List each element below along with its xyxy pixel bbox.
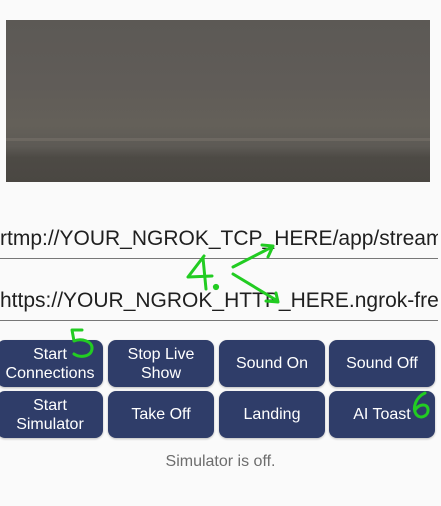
sound-on-button[interactable]: Sound On — [219, 340, 325, 387]
rtmp-url-field[interactable] — [0, 224, 438, 259]
rtmp-url-input[interactable] — [0, 224, 438, 254]
http-url-input[interactable] — [0, 286, 438, 316]
stop-live-show-button[interactable]: Stop Live Show — [108, 340, 214, 387]
sound-off-button[interactable]: Sound Off — [329, 340, 435, 387]
take-off-button[interactable]: Take Off — [108, 391, 214, 438]
ai-toast-button[interactable]: AI Toast — [329, 391, 435, 438]
camera-preview — [6, 20, 430, 182]
start-connections-button[interactable]: Start Connections — [0, 340, 103, 387]
http-url-field[interactable] — [0, 286, 438, 321]
landing-button[interactable]: Landing — [219, 391, 325, 438]
simulator-status-text: Simulator is off. — [165, 453, 276, 470]
start-simulator-button[interactable]: Start Simulator — [0, 391, 103, 438]
